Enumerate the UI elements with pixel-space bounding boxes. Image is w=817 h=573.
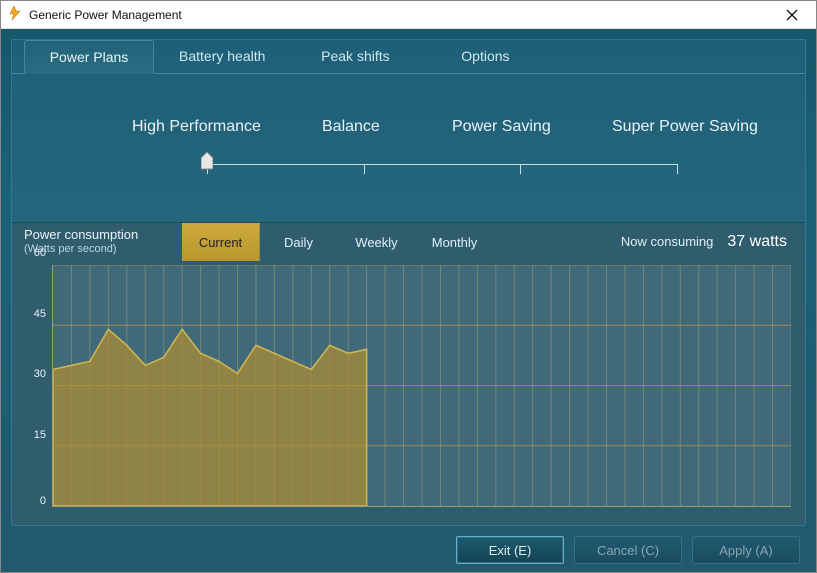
now-consuming-label: Now consuming (621, 234, 714, 249)
mode-high-performance[interactable]: High Performance (132, 118, 322, 136)
slider-tick (520, 164, 521, 174)
app-icon (7, 5, 23, 24)
mode-power-saving[interactable]: Power Saving (452, 118, 612, 136)
consumption-header: Power consumption (Watts per second) Cur… (12, 223, 805, 261)
now-consuming: Now consuming 37 watts (621, 233, 805, 251)
slider-thumb-icon (201, 152, 213, 170)
slider-track (207, 164, 677, 165)
tab-options[interactable]: Options (420, 39, 550, 73)
chart-y-tick-label: 15 (34, 429, 46, 441)
slider-thumb[interactable] (201, 152, 213, 170)
consumption-title: Power consumption (24, 228, 182, 243)
exit-button[interactable]: Exit (E) (456, 536, 564, 564)
close-icon (786, 9, 798, 21)
slider-tick (677, 164, 678, 174)
tab-battery-health[interactable]: Battery health (154, 39, 290, 73)
chart-y-tick-label: 60 (34, 247, 46, 259)
chart-y-tick-label: 45 (34, 308, 46, 320)
slider-tick (364, 164, 365, 174)
chart-y-axis: 015304560 (22, 265, 52, 507)
consumption-subtitle: (Watts per second) (24, 243, 182, 256)
power-mode-slider[interactable] (207, 154, 677, 178)
mode-super-power-saving[interactable]: Super Power Saving (612, 118, 758, 136)
close-button[interactable] (770, 2, 814, 28)
power-modes-block: High Performance Balance Power Saving Su… (12, 74, 805, 222)
period-tab-monthly[interactable]: Monthly (416, 223, 494, 261)
chart-area: 015304560 (12, 261, 805, 525)
main-panel: Power Plans Battery health Peak shifts O… (11, 39, 806, 526)
chart-plot (52, 265, 791, 507)
now-consuming-value: 37 watts (727, 233, 787, 251)
tab-power-plans[interactable]: Power Plans (24, 40, 154, 74)
mode-balance[interactable]: Balance (322, 118, 452, 136)
period-tab-daily[interactable]: Daily (260, 223, 338, 261)
tab-content: High Performance Balance Power Saving Su… (12, 73, 805, 525)
tab-peak-shifts[interactable]: Peak shifts (290, 39, 420, 73)
cancel-button: Cancel (C) (574, 536, 682, 564)
period-tab-current[interactable]: Current (182, 223, 260, 261)
window-title: Generic Power Management (29, 8, 770, 22)
top-tabs: Power Plans Battery health Peak shifts O… (12, 39, 805, 73)
chart-y-tick-label: 0 (40, 495, 46, 507)
apply-button: Apply (A) (692, 536, 800, 564)
app-window: Generic Power Management Power Plans Bat… (0, 0, 817, 573)
titlebar: Generic Power Management (1, 1, 816, 29)
power-mode-labels: High Performance Balance Power Saving Su… (42, 118, 775, 136)
footer-buttons: Exit (E) Cancel (C) Apply (A) (11, 536, 806, 564)
period-tabs: Current Daily Weekly Monthly (182, 223, 494, 261)
content-area: Power Plans Battery health Peak shifts O… (1, 29, 816, 572)
chart-y-tick-label: 30 (34, 368, 46, 380)
period-tab-weekly[interactable]: Weekly (338, 223, 416, 261)
consumption-panel: Power consumption (Watts per second) Cur… (12, 222, 805, 525)
